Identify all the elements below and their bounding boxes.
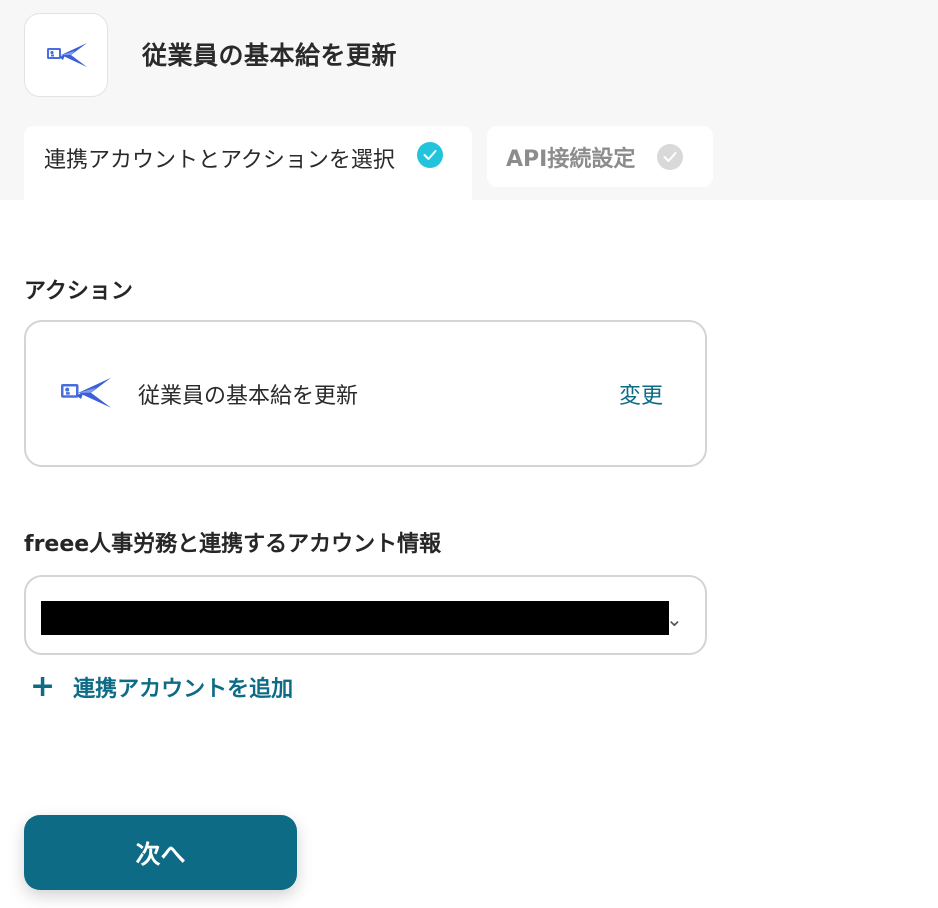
- check-icon: [657, 143, 684, 170]
- next-button[interactable]: 次へ: [24, 815, 297, 890]
- account-section-label: freee人事労務と連携するアカウント情報: [24, 532, 442, 557]
- action-name: 従業員の基本給を更新: [138, 384, 359, 409]
- tab-label: 連携アカウントとアクションを選択: [44, 148, 395, 173]
- chevron-down-icon: ⌄: [666, 607, 683, 631]
- plus-icon: +: [30, 669, 56, 704]
- app-icon-container: [24, 13, 108, 97]
- check-icon: [416, 142, 443, 168]
- action-card: 従業員の基本給を更新 変更: [24, 320, 707, 467]
- add-account-label: 連携アカウントを追加: [73, 677, 294, 702]
- freee-hr-logo-icon: [47, 43, 87, 67]
- action-section-label: アクション: [24, 279, 133, 304]
- redacted-account-value: [41, 601, 669, 635]
- tab-label: API接続設定: [506, 146, 636, 172]
- freee-hr-logo-icon: [61, 377, 111, 408]
- tab-api-connection-settings[interactable]: API接続設定: [487, 126, 713, 187]
- tab-select-account-action[interactable]: 連携アカウントとアクションを選択: [24, 126, 472, 202]
- change-action-link[interactable]: 変更: [619, 378, 663, 410]
- page-title: 従業員の基本給を更新: [142, 41, 398, 70]
- add-account-button[interactable]: + 連携アカウントを追加: [30, 670, 293, 704]
- account-select[interactable]: ⌄: [24, 575, 707, 655]
